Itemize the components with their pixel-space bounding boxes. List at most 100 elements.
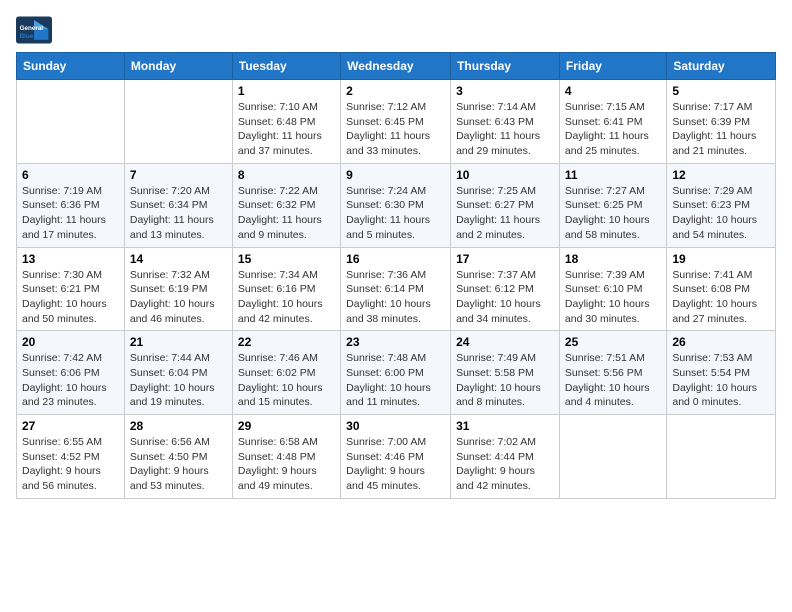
logo: General Blue bbox=[16, 16, 56, 44]
calendar-cell: 8 Sunrise: 7:22 AM Sunset: 6:32 PM Daylig… bbox=[232, 163, 340, 247]
calendar-week-3: 13 Sunrise: 7:30 AM Sunset: 6:21 PM Dayli… bbox=[17, 247, 776, 331]
calendar-cell: 13 Sunrise: 7:30 AM Sunset: 6:21 PM Dayli… bbox=[17, 247, 125, 331]
calendar-cell bbox=[667, 415, 776, 499]
weekday-header-tuesday: Tuesday bbox=[232, 53, 340, 80]
weekday-header-friday: Friday bbox=[559, 53, 666, 80]
calendar-cell: 15Sunrise: 7:34 AM Sunset: 6:16 PM Dayli… bbox=[232, 247, 340, 331]
weekday-header-monday: Monday bbox=[124, 53, 232, 80]
logo-icon: General Blue bbox=[16, 16, 52, 44]
day-info: Sunrise: 7:34 AM Sunset: 6:16 PM Dayligh… bbox=[238, 268, 335, 327]
day-info: Sunrise: 7:12 AM Sunset: 6:45 PM Dayligh… bbox=[346, 100, 445, 159]
day-number: 29 bbox=[238, 419, 335, 433]
day-info: Sunrise: 7:27 AM Sunset: 6:25 PM Dayligh… bbox=[565, 184, 661, 243]
day-number: 23 bbox=[346, 335, 445, 349]
calendar-week-4: 20 Sunrise: 7:42 AM Sunset: 6:06 PM Dayli… bbox=[17, 331, 776, 415]
calendar-cell: 11 Sunrise: 7:27 AM Sunset: 6:25 PM Dayli… bbox=[559, 163, 666, 247]
day-number: 6 bbox=[22, 168, 119, 182]
day-info: Sunrise: 6:56 AM Sunset: 4:50 PM Dayligh… bbox=[130, 435, 227, 494]
calendar-week-2: 6 Sunrise: 7:19 AM Sunset: 6:36 PM Daylig… bbox=[17, 163, 776, 247]
calendar-cell: 3Sunrise: 7:14 AM Sunset: 6:43 PM Daylig… bbox=[451, 80, 560, 164]
day-info: Sunrise: 7:00 AM Sunset: 4:46 PM Dayligh… bbox=[346, 435, 445, 494]
day-info: Sunrise: 7:24 AM Sunset: 6:30 PM Dayligh… bbox=[346, 184, 445, 243]
calendar-cell: 4Sunrise: 7:15 AM Sunset: 6:41 PM Daylig… bbox=[559, 80, 666, 164]
day-number: 1 bbox=[238, 84, 335, 98]
calendar-cell: 12Sunrise: 7:29 AM Sunset: 6:23 PM Dayli… bbox=[667, 163, 776, 247]
calendar-cell bbox=[559, 415, 666, 499]
calendar-cell: 29Sunrise: 6:58 AM Sunset: 4:48 PM Dayli… bbox=[232, 415, 340, 499]
day-info: Sunrise: 7:36 AM Sunset: 6:14 PM Dayligh… bbox=[346, 268, 445, 327]
day-info: Sunrise: 7:22 AM Sunset: 6:32 PM Dayligh… bbox=[238, 184, 335, 243]
day-info: Sunrise: 7:49 AM Sunset: 5:58 PM Dayligh… bbox=[456, 351, 554, 410]
day-number: 8 bbox=[238, 168, 335, 182]
calendar-cell: 22 Sunrise: 7:46 AM Sunset: 6:02 PM Dayli… bbox=[232, 331, 340, 415]
calendar-cell: 18 Sunrise: 7:39 AM Sunset: 6:10 PM Dayli… bbox=[559, 247, 666, 331]
day-info: Sunrise: 7:32 AM Sunset: 6:19 PM Dayligh… bbox=[130, 268, 227, 327]
day-number: 28 bbox=[130, 419, 227, 433]
svg-text:General: General bbox=[20, 25, 44, 32]
day-number: 11 bbox=[565, 168, 661, 182]
calendar-cell: 26 Sunrise: 7:53 AM Sunset: 5:54 PM Dayli… bbox=[667, 331, 776, 415]
day-number: 13 bbox=[22, 252, 119, 266]
calendar-cell: 30 Sunrise: 7:00 AM Sunset: 4:46 PM Dayli… bbox=[341, 415, 451, 499]
calendar-cell: 1Sunrise: 7:10 AM Sunset: 6:48 PM Daylig… bbox=[232, 80, 340, 164]
day-info: Sunrise: 6:55 AM Sunset: 4:52 PM Dayligh… bbox=[22, 435, 119, 494]
calendar-cell: 6 Sunrise: 7:19 AM Sunset: 6:36 PM Daylig… bbox=[17, 163, 125, 247]
calendar-table: SundayMondayTuesdayWednesdayThursdayFrid… bbox=[16, 52, 776, 499]
day-number: 12 bbox=[672, 168, 770, 182]
day-number: 27 bbox=[22, 419, 119, 433]
calendar-cell: 31 Sunrise: 7:02 AM Sunset: 4:44 PM Dayli… bbox=[451, 415, 560, 499]
day-number: 21 bbox=[130, 335, 227, 349]
svg-text:Blue: Blue bbox=[20, 33, 34, 40]
day-number: 24 bbox=[456, 335, 554, 349]
day-number: 17 bbox=[456, 252, 554, 266]
calendar-week-1: 1Sunrise: 7:10 AM Sunset: 6:48 PM Daylig… bbox=[17, 80, 776, 164]
day-number: 3 bbox=[456, 84, 554, 98]
calendar-cell: 17Sunrise: 7:37 AM Sunset: 6:12 PM Dayli… bbox=[451, 247, 560, 331]
calendar-cell: 23 Sunrise: 7:48 AM Sunset: 6:00 PM Dayli… bbox=[341, 331, 451, 415]
calendar-cell bbox=[124, 80, 232, 164]
day-info: Sunrise: 7:42 AM Sunset: 6:06 PM Dayligh… bbox=[22, 351, 119, 410]
day-number: 9 bbox=[346, 168, 445, 182]
day-info: Sunrise: 7:46 AM Sunset: 6:02 PM Dayligh… bbox=[238, 351, 335, 410]
day-number: 22 bbox=[238, 335, 335, 349]
calendar-cell: 9 Sunrise: 7:24 AM Sunset: 6:30 PM Daylig… bbox=[341, 163, 451, 247]
day-number: 16 bbox=[346, 252, 445, 266]
calendar-cell bbox=[17, 80, 125, 164]
weekday-header-wednesday: Wednesday bbox=[341, 53, 451, 80]
day-number: 20 bbox=[22, 335, 119, 349]
day-number: 5 bbox=[672, 84, 770, 98]
day-info: Sunrise: 7:19 AM Sunset: 6:36 PM Dayligh… bbox=[22, 184, 119, 243]
day-info: Sunrise: 7:30 AM Sunset: 6:21 PM Dayligh… bbox=[22, 268, 119, 327]
day-number: 31 bbox=[456, 419, 554, 433]
calendar-cell: 5Sunrise: 7:17 AM Sunset: 6:39 PM Daylig… bbox=[667, 80, 776, 164]
calendar-cell: 21 Sunrise: 7:44 AM Sunset: 6:04 PM Dayli… bbox=[124, 331, 232, 415]
day-number: 25 bbox=[565, 335, 661, 349]
calendar-cell: 28 Sunrise: 6:56 AM Sunset: 4:50 PM Dayli… bbox=[124, 415, 232, 499]
day-info: Sunrise: 7:53 AM Sunset: 5:54 PM Dayligh… bbox=[672, 351, 770, 410]
weekday-header-saturday: Saturday bbox=[667, 53, 776, 80]
day-number: 18 bbox=[565, 252, 661, 266]
calendar-cell: 19Sunrise: 7:41 AM Sunset: 6:08 PM Dayli… bbox=[667, 247, 776, 331]
calendar-cell: 25 Sunrise: 7:51 AM Sunset: 5:56 PM Dayli… bbox=[559, 331, 666, 415]
calendar-cell: 10Sunrise: 7:25 AM Sunset: 6:27 PM Dayli… bbox=[451, 163, 560, 247]
day-number: 14 bbox=[130, 252, 227, 266]
weekday-header-sunday: Sunday bbox=[17, 53, 125, 80]
calendar-header: SundayMondayTuesdayWednesdayThursdayFrid… bbox=[17, 53, 776, 80]
day-info: Sunrise: 7:25 AM Sunset: 6:27 PM Dayligh… bbox=[456, 184, 554, 243]
day-info: Sunrise: 7:39 AM Sunset: 6:10 PM Dayligh… bbox=[565, 268, 661, 327]
calendar-cell: 7 Sunrise: 7:20 AM Sunset: 6:34 PM Daylig… bbox=[124, 163, 232, 247]
day-info: Sunrise: 7:48 AM Sunset: 6:00 PM Dayligh… bbox=[346, 351, 445, 410]
calendar-cell: 2 Sunrise: 7:12 AM Sunset: 6:45 PM Daylig… bbox=[341, 80, 451, 164]
day-info: Sunrise: 7:51 AM Sunset: 5:56 PM Dayligh… bbox=[565, 351, 661, 410]
day-number: 2 bbox=[346, 84, 445, 98]
day-number: 30 bbox=[346, 419, 445, 433]
day-number: 7 bbox=[130, 168, 227, 182]
day-info: Sunrise: 7:41 AM Sunset: 6:08 PM Dayligh… bbox=[672, 268, 770, 327]
day-info: Sunrise: 7:20 AM Sunset: 6:34 PM Dayligh… bbox=[130, 184, 227, 243]
day-info: Sunrise: 7:44 AM Sunset: 6:04 PM Dayligh… bbox=[130, 351, 227, 410]
weekday-header-thursday: Thursday bbox=[451, 53, 560, 80]
calendar-cell: 20 Sunrise: 7:42 AM Sunset: 6:06 PM Dayli… bbox=[17, 331, 125, 415]
calendar-cell: 27 Sunrise: 6:55 AM Sunset: 4:52 PM Dayli… bbox=[17, 415, 125, 499]
day-info: Sunrise: 7:02 AM Sunset: 4:44 PM Dayligh… bbox=[456, 435, 554, 494]
day-number: 26 bbox=[672, 335, 770, 349]
